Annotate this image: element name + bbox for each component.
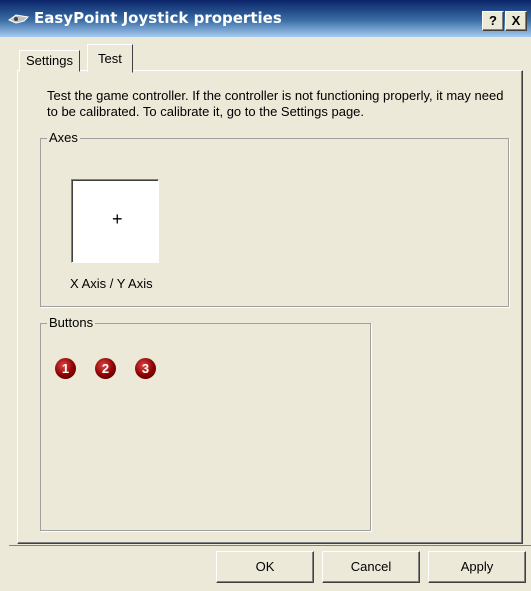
joystick-button-3-indicator: 3 <box>135 358 156 379</box>
buttons-group-label: Buttons <box>47 315 96 330</box>
test-description: Test the game controller. If the control… <box>47 88 504 119</box>
close-button[interactable]: X <box>505 11 527 31</box>
ok-button[interactable]: OK <box>216 551 314 583</box>
crosshair-icon: + <box>112 209 123 229</box>
joystick-button-2-indicator: 2 <box>95 358 116 379</box>
tab-settings[interactable]: Settings <box>19 50 80 72</box>
joystick-app-icon <box>8 14 30 24</box>
xy-axis-display: + <box>71 179 159 263</box>
tab-test[interactable]: Test <box>87 44 133 73</box>
xy-axis-label: X Axis / Y Axis <box>70 276 153 291</box>
title-bar[interactable]: EasyPoint Joystick properties ? X <box>0 0 531 37</box>
footer-separator <box>9 545 531 546</box>
axes-group-label: Axes <box>47 130 80 145</box>
cancel-button[interactable]: Cancel <box>322 551 420 583</box>
window-title: EasyPoint Joystick properties <box>34 9 282 27</box>
joystick-button-1-indicator: 1 <box>55 358 76 379</box>
buttons-group: Buttons <box>40 315 371 531</box>
apply-button[interactable]: Apply <box>428 551 526 583</box>
help-button[interactable]: ? <box>482 11 504 31</box>
